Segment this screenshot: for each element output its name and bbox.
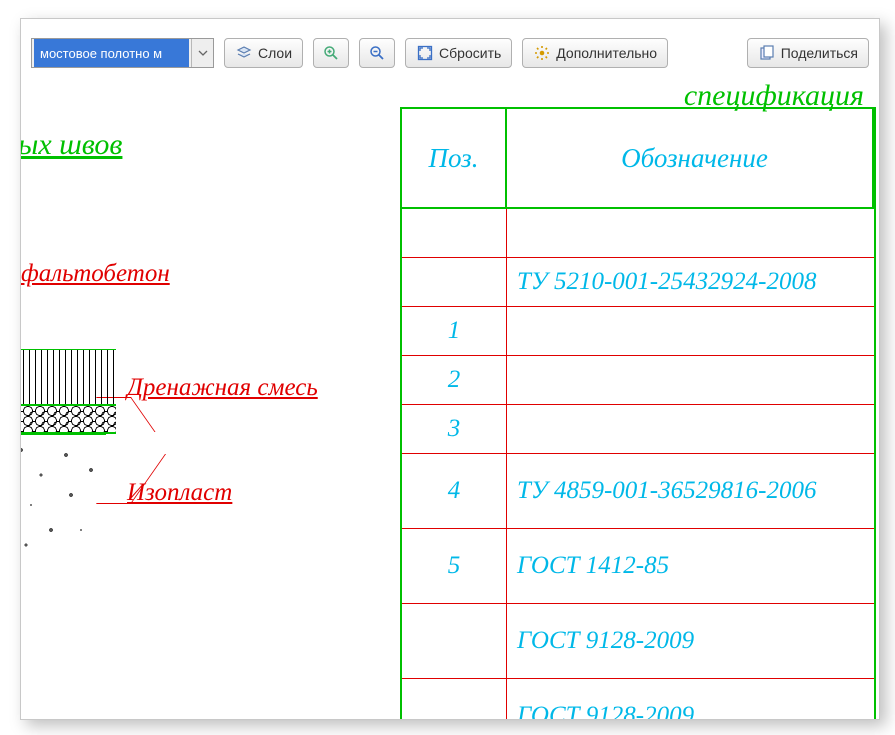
toolbar: мостовое полотно м Слои: [31, 38, 869, 68]
zoom-out-button[interactable]: [359, 38, 395, 68]
drawing-selector-value: мостовое полотно м: [34, 39, 189, 67]
table-row: ТУ 5210-001-25432924-2008: [402, 258, 874, 307]
table-row: [402, 209, 874, 258]
reset-button[interactable]: Сбросить: [405, 38, 512, 68]
gear-icon: [533, 44, 551, 62]
drawing-selector-arrow[interactable]: [191, 39, 213, 67]
zoom-in-icon: [322, 44, 340, 62]
specification-table: Поз. Обозначение ТУ 5210-001-25432924-20…: [400, 107, 876, 720]
zoom-out-icon: [368, 44, 386, 62]
viewer-frame: мостовое полотно м Слои: [20, 18, 880, 720]
table-row: 4 ТУ 4859-001-36529816-2006: [402, 454, 874, 529]
table-row: 5 ГОСТ 1412-85: [402, 529, 874, 604]
extra-label: Дополнительно: [556, 45, 657, 61]
table-row: ГОСТ 9128-2009: [402, 604, 874, 679]
share-icon: [758, 44, 776, 62]
layers-label: Слои: [258, 45, 292, 61]
table-header: Поз. Обозначение: [402, 107, 874, 209]
table-row: 2: [402, 356, 874, 405]
share-label: Поделиться: [781, 45, 858, 61]
zoom-in-button[interactable]: [313, 38, 349, 68]
drawing-selector[interactable]: мостовое полотно м: [31, 38, 214, 68]
fit-screen-icon: [416, 44, 434, 62]
reset-label: Сбросить: [439, 45, 501, 61]
section-drawing: [20, 349, 116, 564]
drawing-title-fragment: ых швов: [20, 128, 122, 162]
annotation-asphalt: фальтобетон: [21, 260, 170, 288]
share-button[interactable]: Поделиться: [747, 38, 869, 68]
extra-button[interactable]: Дополнительно: [522, 38, 668, 68]
layers-button[interactable]: Слои: [224, 38, 303, 68]
layers-icon: [235, 44, 253, 62]
col-header-designation: Обозначение: [507, 109, 874, 207]
table-row: 1: [402, 307, 874, 356]
table-row: ГОСТ 9128-2009: [402, 679, 874, 720]
table-row: 3: [402, 405, 874, 454]
annotation-drain-mix: Дренажная смесь: [127, 374, 318, 402]
drawing-canvas[interactable]: спецификация ых швов фальтобетон Дренажн…: [21, 84, 879, 719]
chevron-down-icon: [194, 44, 212, 62]
col-header-pos: Поз.: [402, 109, 507, 207]
